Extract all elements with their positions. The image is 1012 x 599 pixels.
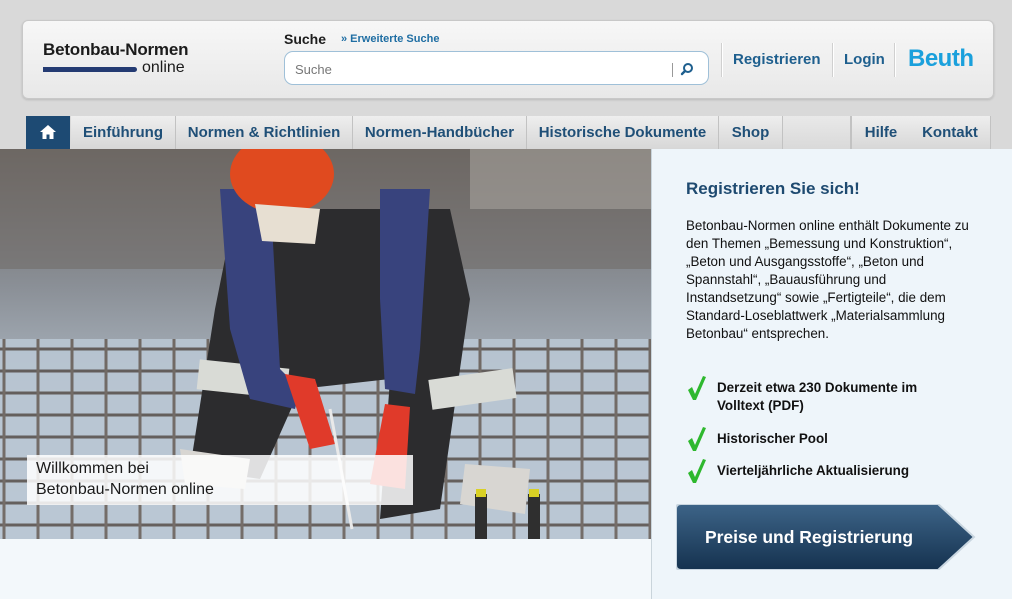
hero-caption: Willkommen bei Betonbau-Normen online <box>27 455 413 505</box>
nav-spacer <box>783 116 851 149</box>
nav-item-normen-richtlinien[interactable]: Normen & Richtlinien <box>176 116 353 149</box>
header-divider <box>894 43 896 77</box>
beuth-logo[interactable]: Beuth <box>908 45 974 73</box>
feature-text: Historischer Pool <box>717 431 828 446</box>
hero-caption-line1: Willkommen bei <box>36 460 149 477</box>
checkmark-icon <box>688 376 706 400</box>
advanced-search-link[interactable]: » Erweiterte Suche <box>341 33 439 45</box>
search-divider <box>672 63 673 77</box>
search-box <box>284 51 709 85</box>
feature-text: Vierteljährliche Aktualisierung <box>717 463 909 478</box>
cta-label: Preise und Registrierung <box>704 527 914 547</box>
nav-item-hilfe[interactable]: Hilfe <box>851 116 911 149</box>
login-link[interactable]: Login <box>844 51 885 68</box>
panel-description: Betonbau-Normen online enthält Dokumente… <box>686 218 969 341</box>
pricing-registration-button[interactable]: Preise und Registrierung <box>676 504 976 570</box>
nav-item-normen-handbuecher[interactable]: Normen-Handbücher <box>353 116 527 149</box>
register-panel: Registrieren Sie sich! Betonbau-Normen o… <box>651 149 1012 599</box>
hero-caption-line2: Betonbau-Normen online <box>36 481 214 498</box>
search-input[interactable] <box>293 58 667 80</box>
nav-item-kontakt[interactable]: Kontakt <box>910 116 991 149</box>
header-divider <box>832 43 834 77</box>
feature-text: Derzeit etwa 230 Dokumente im Volltext (… <box>717 380 918 413</box>
register-link[interactable]: Registrieren <box>733 51 821 68</box>
nav-item-einfuehrung[interactable]: Einführung <box>71 116 176 149</box>
nav-item-historische-dokumente[interactable]: Historische Dokumente <box>527 116 719 149</box>
search-label: Suche <box>284 31 327 47</box>
search-icon[interactable] <box>677 59 697 79</box>
checkmark-icon <box>688 427 706 451</box>
panel-title: Registrieren Sie sich! <box>686 179 860 198</box>
checkmark-icon <box>688 459 706 483</box>
logo-title: Betonbau-Normen <box>43 40 189 59</box>
logo-bar <box>43 67 137 72</box>
header-box: Betonbau-Normen online Suche » Erweitert… <box>22 20 994 99</box>
hero-image: Willkommen bei Betonbau-Normen online <box>0 149 651 539</box>
logo-subtitle: online <box>142 59 185 76</box>
nav-item-shop[interactable]: Shop <box>719 116 783 149</box>
site-logo[interactable]: Betonbau-Normen online <box>43 40 203 80</box>
main-nav: Einführung Normen & Richtlinien Normen-H… <box>0 114 1012 149</box>
home-icon[interactable] <box>26 116 70 149</box>
header-divider <box>721 43 723 77</box>
content-background <box>0 539 651 599</box>
